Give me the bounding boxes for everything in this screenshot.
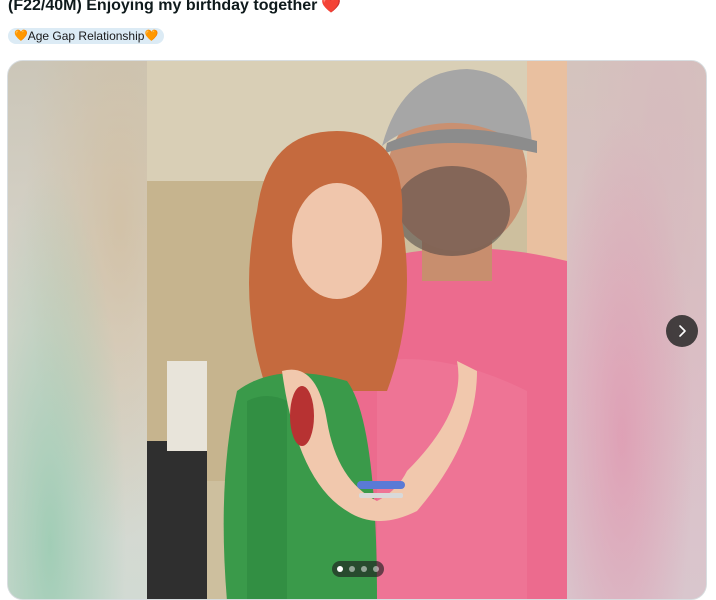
post-flair[interactable]: 🧡 Age Gap Relationship 🧡 xyxy=(8,28,165,44)
flair-text: Age Gap Relationship xyxy=(27,29,145,43)
pagination-dot-2[interactable] xyxy=(349,566,355,572)
gallery-blur-background-left xyxy=(8,61,148,599)
post-title[interactable]: (F22/40M) Enjoying my birthday together ❤… xyxy=(8,0,341,18)
pagination-dot-4[interactable] xyxy=(373,566,379,572)
image-gallery[interactable] xyxy=(7,60,707,600)
gallery-image[interactable] xyxy=(147,61,567,599)
flair-heart-emoji-right: 🧡 xyxy=(144,30,159,42)
next-image-button[interactable] xyxy=(666,315,698,347)
pagination-dot-3[interactable] xyxy=(361,566,367,572)
chevron-right-icon xyxy=(679,325,686,337)
heart-emoji: ❤️ xyxy=(321,0,342,14)
post-card: (F22/40M) Enjoying my birthday together ❤… xyxy=(0,0,716,600)
flair-heart-emoji-left: 🧡 xyxy=(14,30,28,42)
post-title-text: (F22/40M) Enjoying my birthday together xyxy=(8,0,318,14)
photo-illustration xyxy=(147,61,567,599)
gallery-pagination xyxy=(332,561,384,577)
pagination-dot-1[interactable] xyxy=(337,566,343,572)
